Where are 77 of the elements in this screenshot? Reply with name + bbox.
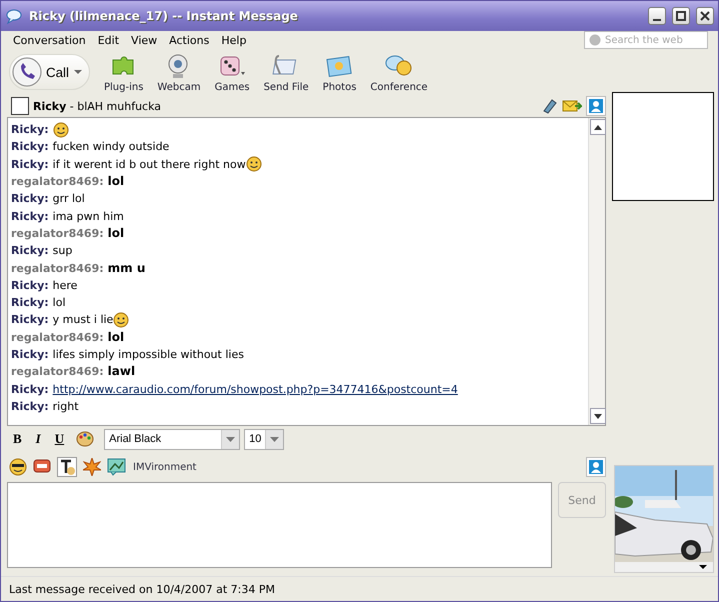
italic-button[interactable]: I (34, 431, 43, 447)
message-link[interactable]: http://www.caraudio.com/forum/showpost.php?p=3477416&postcount=4 (52, 380, 458, 398)
down-arrow-icon (594, 414, 602, 418)
contact-status: Ricky - blAH muhfucka (33, 100, 162, 112)
message-input[interactable] (7, 482, 552, 568)
up-arrow-icon (594, 124, 602, 130)
contact-card-icon[interactable] (586, 96, 606, 116)
sender-name: Ricky: (11, 398, 49, 415)
avatar-frame (11, 97, 29, 115)
maximize-button[interactable] (672, 7, 690, 25)
message-text: mm u (108, 260, 146, 277)
close-button[interactable] (696, 7, 714, 25)
imvironment-label[interactable]: IMVironment (133, 462, 196, 472)
envelope-arrow-icon[interactable] (562, 98, 582, 114)
sender-name: Ricky: (11, 191, 49, 208)
sender-name: Ricky: (11, 347, 49, 363)
menu-item[interactable]: Conversation (7, 34, 92, 46)
toolbar-button[interactable]: Games (214, 52, 250, 92)
menu-item[interactable]: Help (215, 34, 252, 46)
message-text: lifes simply impossible without lies (52, 347, 244, 363)
palette-icon[interactable] (76, 431, 94, 447)
maximize-icon (676, 11, 686, 21)
font-dropdown[interactable]: Arial Black (104, 428, 240, 450)
menu-item[interactable]: Actions (163, 34, 216, 46)
sender-name: Ricky: (11, 208, 49, 225)
caret-icon (72, 69, 83, 75)
message-text: lol (108, 173, 124, 190)
sender-name: regalator8469: (11, 226, 104, 242)
chat-bubble-icon (5, 7, 23, 25)
toolbar-button[interactable]: Send File (264, 52, 309, 92)
message-text: lol (52, 295, 66, 312)
sender-name: Ricky: (11, 139, 49, 156)
size-dropdown[interactable]: 10 (244, 428, 284, 450)
message-text: if it werent id b out there right now (52, 156, 246, 173)
sender-name: Ricky: (11, 243, 49, 260)
search-field[interactable]: Search the web (584, 31, 708, 49)
call-button[interactable]: Call (9, 54, 90, 90)
sender-name: regalator8469: (11, 174, 104, 190)
sender-name: Ricky: (11, 156, 49, 173)
minimize-icon (653, 19, 661, 21)
caret-icon (226, 436, 236, 442)
message-text: lol (108, 328, 124, 346)
burst-icon[interactable] (83, 458, 101, 476)
message-text: sup (52, 243, 72, 260)
sender-name: Ricky: (11, 312, 49, 328)
menu-item[interactable]: Edit (92, 34, 126, 46)
scrollbar[interactable] (588, 118, 605, 425)
sender-name: Ricky: (11, 278, 49, 294)
menu-item[interactable]: View (125, 34, 164, 46)
toolbar-button[interactable]: Photos (322, 52, 356, 92)
toolbar-button[interactable]: Conference (370, 52, 428, 92)
message-text: fucken windy outside (52, 139, 170, 156)
status-text: Last message received on 10/4/2007 at 7:34 PM (1, 576, 718, 601)
caret-icon (270, 436, 280, 442)
sender-name: regalator8469: (11, 260, 104, 277)
message-text: grr lol (52, 191, 85, 208)
sender-name: regalator8469: (11, 364, 104, 380)
window-title: Ricky (lilmenace_17) -- Instant Message (29, 9, 299, 23)
message-text: right (52, 398, 79, 415)
minimize-button[interactable] (648, 7, 666, 25)
sunglasses-smiley-icon[interactable] (9, 458, 27, 476)
message-text: ima pwn him (52, 208, 124, 225)
message-text: lawl (108, 363, 136, 380)
bold-button[interactable]: B (11, 431, 24, 447)
message-text: lol (108, 224, 124, 242)
sender-name: regalator8469: (11, 330, 104, 346)
message-text: here (52, 278, 78, 294)
underline-button[interactable]: U (52, 431, 66, 447)
text-style-icon[interactable] (57, 457, 77, 477)
toolbar-button[interactable]: Webcam (157, 52, 201, 92)
sender-name: Ricky: (11, 382, 49, 398)
sender-name: Ricky: (11, 295, 49, 312)
toolbar-button[interactable]: Plug-ins (104, 52, 144, 92)
message-text: y must i lie (52, 312, 114, 328)
contact-card-icon[interactable] (586, 457, 606, 477)
close-icon (700, 11, 710, 21)
sender-name: Ricky: (11, 122, 49, 138)
